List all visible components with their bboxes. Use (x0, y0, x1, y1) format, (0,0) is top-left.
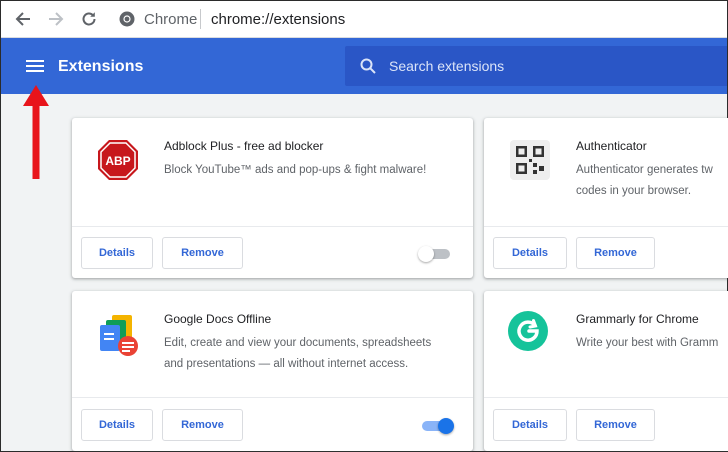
extension-card-google-docs-offline: Google Docs Offline Edit, create and vie… (72, 291, 473, 451)
card-divider (484, 397, 728, 398)
search-box[interactable] (345, 46, 727, 86)
details-button[interactable]: Details (493, 237, 567, 269)
address-bar-url[interactable]: chrome://extensions (211, 11, 345, 28)
extension-card-grammarly: Grammarly for Chrome Write your best wit… (484, 291, 728, 451)
details-button[interactable]: Details (81, 409, 153, 441)
extension-name: Grammarly for Chrome (576, 312, 699, 326)
extension-description: Authenticator generates tw codes in your… (576, 164, 713, 197)
toggle-knob (438, 418, 454, 434)
chrome-logo-icon (119, 11, 135, 27)
extension-description: Edit, create and view your documents, sp… (164, 337, 432, 370)
toggle-knob (418, 246, 434, 262)
omnibox-separator (200, 9, 201, 29)
extensions-header: Extensions (1, 38, 727, 94)
omnibox-chrome-label: Chrome (144, 11, 198, 28)
extension-description: Block YouTube™ ads and pop-ups & fight m… (164, 164, 427, 176)
remove-button[interactable]: Remove (162, 409, 243, 441)
search-icon (360, 58, 376, 74)
search-input[interactable] (389, 46, 719, 86)
grammarly-icon (508, 311, 548, 351)
back-button[interactable] (12, 8, 34, 30)
qr-code-icon (510, 140, 550, 180)
extension-card-authenticator: Authenticator Authenticator generates tw… (484, 118, 728, 278)
extension-name: Adblock Plus - free ad blocker (164, 139, 324, 153)
abp-icon: ABP (98, 140, 138, 180)
remove-button[interactable]: Remove (576, 409, 655, 441)
extension-description: Write your best with Gramm (576, 337, 719, 349)
browser-toolbar: Chrome chrome://extensions (1, 1, 727, 38)
details-button[interactable]: Details (81, 237, 153, 269)
forward-button[interactable] (45, 8, 67, 30)
extension-name: Google Docs Offline (164, 312, 272, 326)
abp-icon-text: ABP (105, 154, 130, 168)
forward-arrow-icon (49, 12, 64, 26)
reload-button[interactable] (78, 8, 100, 30)
back-arrow-icon (15, 12, 30, 26)
card-divider (484, 226, 728, 227)
annotation-arrow-icon (23, 85, 49, 179)
card-divider (72, 397, 473, 398)
extension-toggle[interactable] (420, 417, 454, 435)
remove-button[interactable]: Remove (162, 237, 243, 269)
reload-icon (82, 12, 96, 26)
hamburger-menu-icon[interactable] (25, 56, 45, 76)
card-divider (72, 226, 473, 227)
extension-toggle[interactable] (418, 245, 452, 263)
docs-offline-icon (100, 315, 138, 356)
details-button[interactable]: Details (493, 409, 567, 441)
extension-card-adblock-plus: ABP Adblock Plus - free ad blocker Block… (72, 118, 473, 278)
remove-button[interactable]: Remove (576, 237, 655, 269)
extension-name: Authenticator (576, 139, 647, 153)
page-title: Extensions (58, 58, 144, 75)
